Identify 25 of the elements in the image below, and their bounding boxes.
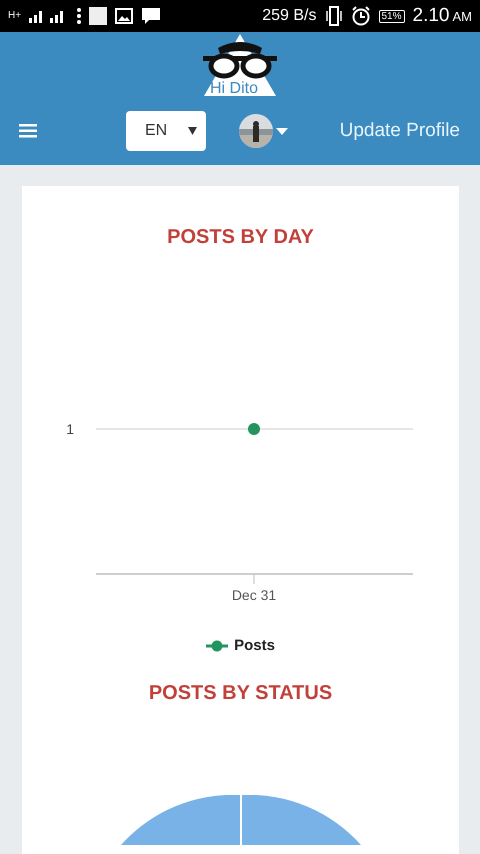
alarm-icon	[350, 6, 370, 26]
menu-icon	[19, 124, 37, 138]
axis-tick-label: Dec 31	[232, 587, 276, 603]
caret-icon	[276, 128, 288, 134]
language-select[interactable]: EN	[126, 111, 206, 151]
legend-label: Posts	[234, 637, 275, 654]
clock-period: AM	[452, 8, 472, 24]
caret-icon	[188, 127, 197, 135]
network-speed: 259 B/s	[262, 7, 316, 25]
menu-button[interactable]	[19, 124, 37, 138]
legend-marker-icon	[206, 640, 228, 652]
chat-icon	[141, 7, 162, 25]
chart-title: POSTS BY STATUS	[148, 682, 332, 705]
chart-title: POSTS BY DAY	[167, 226, 314, 249]
axis-tick-label: 1	[66, 421, 74, 437]
image-icon	[115, 8, 134, 24]
logo-text: Hi Dito	[210, 81, 258, 97]
data-point	[248, 423, 260, 435]
clock-time: 2.10	[412, 5, 450, 27]
network-type: H+	[8, 11, 22, 21]
battery-indicator: 51%	[378, 10, 405, 22]
more-icon	[77, 8, 82, 24]
square-icon	[89, 7, 108, 25]
vibrate-icon	[324, 6, 342, 26]
profile-menu-button[interactable]	[239, 114, 288, 148]
